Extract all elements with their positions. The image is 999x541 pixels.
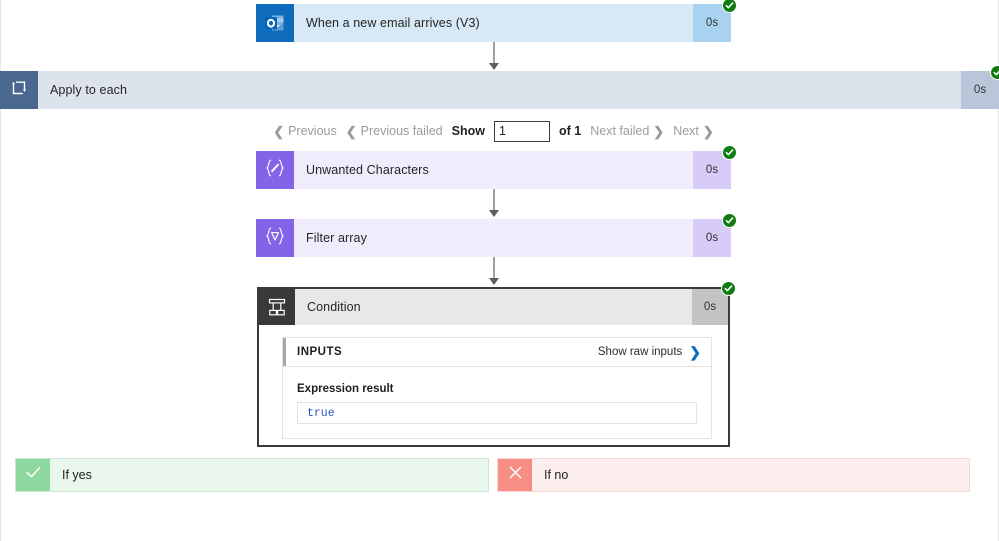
trigger-card-when-a-new-email-arrives[interactable]: When a new email arrives (V3) 0s xyxy=(256,0,737,42)
cross-icon-wrap xyxy=(498,459,532,491)
chevron-right-icon: ❯ xyxy=(653,123,665,139)
action-status-badge-succeeded xyxy=(722,145,737,160)
next-button-label: Next xyxy=(673,124,699,138)
trigger-card-title: When a new email arrives (V3) xyxy=(306,16,480,30)
inputs-panel-label: INPUTS xyxy=(297,346,343,358)
page-number-input[interactable] xyxy=(493,120,550,142)
connector-trigger-to-loop xyxy=(489,42,499,70)
outlook-icon xyxy=(264,12,286,34)
show-label: Show xyxy=(451,124,485,138)
condition-branch-label: If no xyxy=(544,468,569,482)
inputs-panel-header: INPUTS Show raw inputs ❯ xyxy=(283,338,711,367)
compose-icon-wrap xyxy=(256,151,294,189)
compose-icon xyxy=(263,158,287,183)
trigger-status-badge-succeeded xyxy=(722,0,737,13)
next-button[interactable]: Next ❯ xyxy=(673,124,714,138)
expression-result-value-box: true xyxy=(297,402,697,424)
condition-card-expanded: Condition 0s INPUTS Show raw inputs ❯ Ex… xyxy=(257,281,736,447)
run-history-canvas: When a new email arrives (V3) 0s Apply t… xyxy=(0,0,999,541)
condition-card-header[interactable]: Condition 0s xyxy=(259,289,728,325)
cross-icon xyxy=(506,463,525,487)
next-failed-button[interactable]: Next failed ❯ xyxy=(590,124,664,138)
show-raw-inputs-link[interactable]: Show raw inputs ❯ xyxy=(598,345,701,359)
loop-icon-wrap xyxy=(0,71,38,109)
loop-status-badge-succeeded xyxy=(990,65,999,80)
loop-icon xyxy=(9,78,29,103)
chevron-left-icon: ❮ xyxy=(273,123,285,139)
chevron-right-icon: ❯ xyxy=(689,344,701,360)
filter-array-icon-wrap xyxy=(256,219,294,257)
outlook-icon-wrap xyxy=(256,4,294,42)
condition-branch-icon xyxy=(267,298,287,317)
condition-branch-if-no[interactable]: If no xyxy=(497,458,970,492)
chevron-left-icon: ❮ xyxy=(345,123,357,139)
action-card-filter-array[interactable]: Filter array 0s xyxy=(256,213,737,257)
check-icon xyxy=(24,463,43,487)
action-status-badge-succeeded xyxy=(722,213,737,228)
connector-compose-to-filter xyxy=(489,189,499,217)
action-card-title: Filter array xyxy=(306,231,367,245)
previous-button[interactable]: ❮ Previous xyxy=(273,124,337,138)
previous-button-label: Previous xyxy=(288,124,337,138)
expression-result-value: true xyxy=(307,406,335,420)
show-raw-inputs-label: Show raw inputs xyxy=(597,346,683,358)
condition-status-badge-succeeded xyxy=(721,281,736,296)
next-failed-button-label: Next failed xyxy=(590,124,650,138)
filter-array-icon xyxy=(263,226,287,251)
previous-failed-button[interactable]: ❮ Previous failed xyxy=(346,124,443,138)
expression-result-label: Expression result xyxy=(297,383,394,395)
check-icon-wrap xyxy=(16,459,50,491)
inputs-panel-body: Expression result true xyxy=(283,367,711,438)
connector-filter-to-condition xyxy=(489,257,499,285)
condition-card-duration: 0s xyxy=(692,289,728,325)
iteration-pagination-bar: ❮ Previous ❮ Previous failed Show of 1 N… xyxy=(256,118,731,144)
previous-failed-button-label: Previous failed xyxy=(360,124,443,138)
action-card-title: Unwanted Characters xyxy=(306,163,429,177)
scope-card-title: Apply to each xyxy=(50,83,128,97)
inputs-panel: INPUTS Show raw inputs ❯ Expression resu… xyxy=(282,337,712,439)
condition-card-title: Condition xyxy=(307,300,361,314)
condition-branch-if-yes[interactable]: If yes xyxy=(15,458,489,492)
action-card-unwanted-characters[interactable]: Unwanted Characters 0s xyxy=(256,145,737,189)
scope-card-apply-to-each[interactable]: Apply to each 0s xyxy=(0,65,999,109)
page-total-label: of 1 xyxy=(558,124,582,138)
condition-branch-label: If yes xyxy=(62,468,92,482)
condition-branch-icon-wrap xyxy=(259,289,295,325)
chevron-right-icon: ❯ xyxy=(702,123,714,139)
